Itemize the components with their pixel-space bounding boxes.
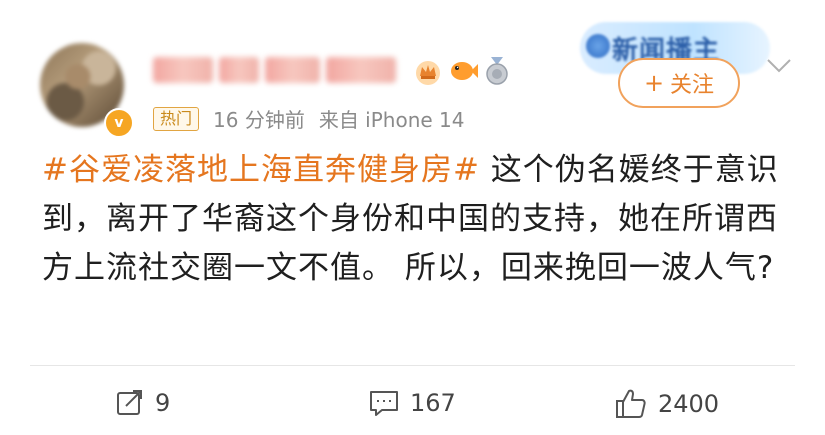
user-badges (413, 56, 509, 86)
share-button[interactable]: 9 (115, 388, 170, 418)
fish-icon (451, 62, 478, 80)
follow-label: 关注 (670, 73, 715, 98)
hashtag-link[interactable]: #谷爱凌落地上海直奔健身房# (42, 152, 480, 188)
post-meta: 热门 16 分钟前 来自 iPhone 14 (153, 104, 465, 133)
chevron-down-icon[interactable] (764, 56, 794, 76)
globe-icon (586, 34, 610, 58)
verified-badge-icon: v (104, 108, 134, 138)
blur-segment (153, 57, 213, 83)
post-time: 16 分钟前 (213, 108, 305, 132)
share-count: 9 (155, 389, 171, 417)
post-content: #谷爱凌落地上海直奔健身房# 这个伪名媛终于意识到，离开了华裔这个身份和中国的支… (42, 146, 802, 293)
plus-icon: + (643, 69, 665, 97)
blur-segment (219, 57, 259, 83)
username-blurred[interactable] (153, 54, 403, 86)
like-icon (616, 389, 646, 418)
comment-button[interactable]: 167 (368, 388, 456, 418)
post-source: 来自 iPhone 14 (318, 108, 465, 132)
blur-segment (265, 57, 320, 83)
blur-segment (326, 57, 396, 83)
author-avatar[interactable]: v (40, 43, 134, 138)
comment-count: 167 (410, 389, 456, 417)
comment-icon (370, 391, 398, 416)
hot-tag[interactable]: 热门 (153, 106, 200, 131)
like-button[interactable]: 2400 (614, 388, 719, 420)
share-icon (117, 390, 142, 415)
crown-icon (416, 61, 440, 85)
like-count: 2400 (658, 390, 720, 418)
medal-icon (486, 57, 508, 85)
divider (30, 365, 795, 366)
follow-button[interactable]: + 关注 (618, 58, 740, 108)
